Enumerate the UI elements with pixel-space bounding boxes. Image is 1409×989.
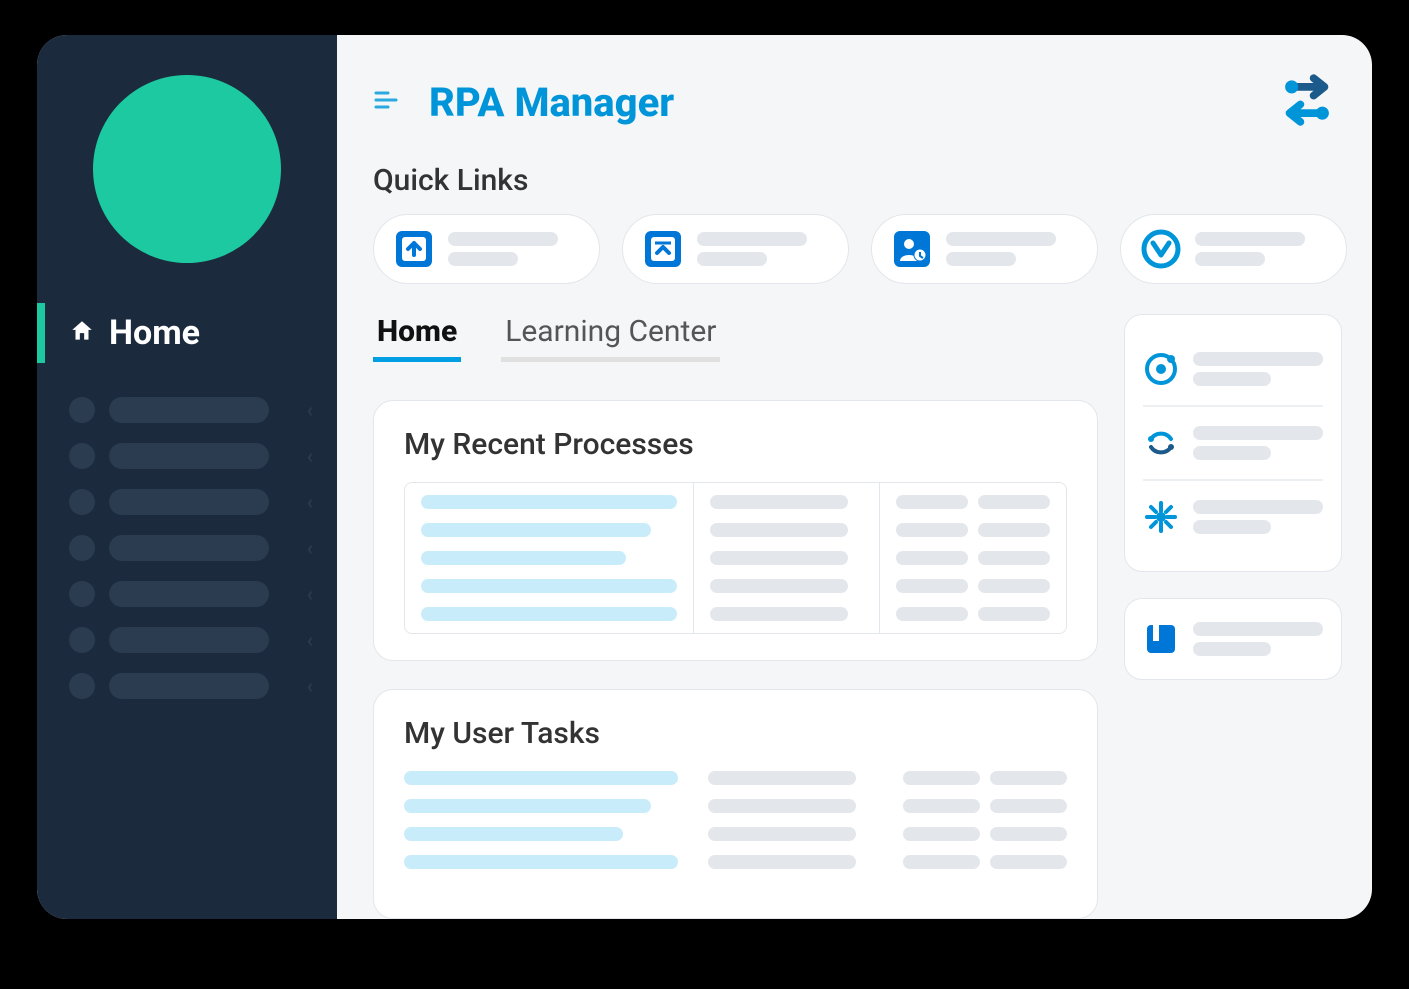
placeholder [697, 252, 767, 266]
placeholder [1193, 426, 1323, 440]
recent-processes-table [404, 482, 1067, 634]
sidebar-item[interactable]: ‹ [37, 479, 337, 525]
right-rail-item[interactable] [1143, 333, 1323, 405]
publish-icon [643, 229, 683, 269]
panel-title: My User Tasks [404, 716, 1067, 751]
placeholder [697, 232, 807, 246]
tab-learning-center[interactable]: Learning Center [501, 314, 720, 362]
sidebar-item[interactable]: ‹ [37, 525, 337, 571]
nav-dot-icon [69, 489, 95, 515]
placeholder [1193, 642, 1271, 656]
placeholder [946, 252, 1016, 266]
placeholder [946, 232, 1056, 246]
target-icon [1143, 351, 1179, 387]
user-icon [892, 229, 932, 269]
placeholder [448, 252, 518, 266]
placeholder [448, 232, 558, 246]
panel-recent-processes: My Recent Processes [373, 400, 1098, 661]
mulesoft-icon [1141, 229, 1181, 269]
placeholder [1193, 500, 1323, 514]
chevron-left-icon: ‹ [307, 490, 313, 514]
sidebar-item[interactable]: ‹ [37, 663, 337, 709]
nav-placeholder [109, 581, 269, 607]
nav-dot-icon [69, 673, 95, 699]
spark-icon [1143, 499, 1179, 535]
tab-bar: Home Learning Center [373, 314, 1098, 362]
placeholder [1193, 372, 1271, 386]
placeholder [1193, 446, 1271, 460]
quick-link-card[interactable] [373, 214, 600, 284]
chevron-left-icon: ‹ [307, 628, 313, 652]
content-split: Home Learning Center My Recent Processes [373, 314, 1342, 919]
upload-icon [394, 229, 434, 269]
nav-placeholder [109, 489, 269, 515]
nav-placeholder [109, 397, 269, 423]
chevron-left-icon: ‹ [307, 536, 313, 560]
sidebar-item-home[interactable]: Home [37, 303, 337, 363]
chevron-left-icon: ‹ [307, 398, 313, 422]
main-content: RPA Manager Quick Links [337, 35, 1372, 919]
sidebar-item[interactable]: ‹ [37, 433, 337, 479]
cycle-icon [1143, 425, 1179, 461]
nav-placeholder [109, 627, 269, 653]
sidebar: Home ‹ ‹ ‹ ‹ ‹ ‹ ‹ [37, 35, 337, 919]
avatar-wrap [37, 75, 337, 263]
book-icon [1143, 621, 1179, 657]
right-rail-item[interactable] [1143, 405, 1323, 479]
placeholder [1193, 622, 1323, 636]
quick-links-heading: Quick Links [373, 163, 1342, 198]
content-left: Home Learning Center My Recent Processes [373, 314, 1098, 919]
top-bar: RPA Manager [373, 65, 1342, 139]
quick-link-card[interactable] [622, 214, 849, 284]
tab-home[interactable]: Home [373, 314, 461, 362]
sidebar-item[interactable]: ‹ [37, 617, 337, 663]
panel-user-tasks: My User Tasks [373, 689, 1098, 919]
sidebar-item[interactable]: ‹ [37, 387, 337, 433]
nav-dot-icon [69, 581, 95, 607]
product-logo-icon [1272, 65, 1342, 139]
chevron-left-icon: ‹ [307, 582, 313, 606]
nav-dot-icon [69, 627, 95, 653]
sidebar-home-label: Home [109, 313, 200, 353]
quick-link-card[interactable] [1120, 214, 1347, 284]
right-rail-item[interactable] [1143, 617, 1323, 661]
nav-placeholder [109, 443, 269, 469]
user-tasks-table [404, 771, 1067, 869]
right-card [1124, 598, 1342, 680]
avatar[interactable] [93, 75, 281, 263]
chevron-left-icon: ‹ [307, 444, 313, 468]
nav-dot-icon [69, 443, 95, 469]
app-title: RPA Manager [429, 79, 674, 126]
placeholder [1193, 520, 1271, 534]
placeholder [1193, 352, 1323, 366]
right-rail [1124, 314, 1342, 919]
quick-links-row [373, 214, 1342, 284]
sidebar-item[interactable]: ‹ [37, 571, 337, 617]
nav-placeholder [109, 673, 269, 699]
panel-title: My Recent Processes [404, 427, 1067, 462]
table-col [693, 483, 880, 633]
table-col [708, 771, 872, 869]
right-card [1124, 314, 1342, 572]
menu-toggle-icon[interactable] [373, 90, 399, 114]
table-col [404, 771, 678, 869]
right-rail-item[interactable] [1143, 479, 1323, 553]
nav-placeholder [109, 535, 269, 561]
nav-dot-icon [69, 397, 95, 423]
placeholder [1195, 252, 1265, 266]
placeholder [1195, 232, 1305, 246]
nav-dot-icon [69, 535, 95, 561]
table-col [405, 483, 693, 633]
table-col [879, 483, 1066, 633]
chevron-left-icon: ‹ [307, 674, 313, 698]
quick-link-card[interactable] [871, 214, 1098, 284]
table-col [903, 771, 1067, 869]
app-frame: Home ‹ ‹ ‹ ‹ ‹ ‹ ‹ [37, 35, 1372, 919]
home-icon [69, 318, 95, 348]
